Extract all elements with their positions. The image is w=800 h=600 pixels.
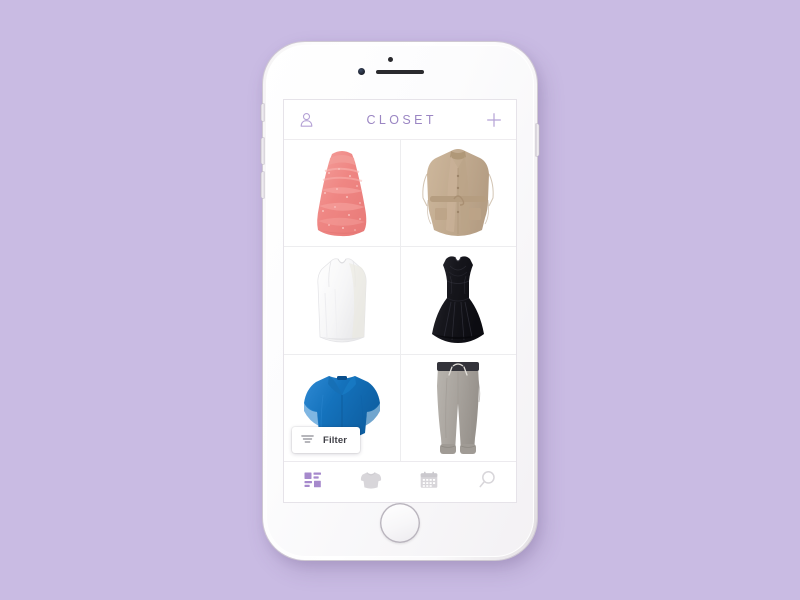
person-icon[interactable] bbox=[296, 110, 316, 130]
filter-button-label: Filter bbox=[323, 434, 348, 446]
black-flare-dress bbox=[432, 256, 485, 344]
tab-search[interactable] bbox=[458, 462, 516, 502]
grid-cell-white-tank-top[interactable] bbox=[284, 247, 400, 354]
filter-lines-icon bbox=[301, 431, 314, 449]
tab-closet[interactable] bbox=[284, 462, 342, 502]
coral-ruffle-dress bbox=[316, 151, 367, 237]
grid-blocks-icon bbox=[304, 472, 322, 493]
proximity-sensor-icon bbox=[388, 57, 393, 62]
tab-calendar[interactable] bbox=[400, 462, 458, 502]
grid-cell-black-flare-dress[interactable] bbox=[400, 247, 516, 354]
silent-switch[interactable] bbox=[261, 104, 264, 121]
sweater-icon bbox=[360, 471, 382, 494]
phone-device: CLOSET Filter bbox=[261, 42, 539, 560]
earpiece-speaker bbox=[376, 70, 424, 74]
phone-screen: CLOSET Filter bbox=[284, 100, 516, 502]
grey-jogger-pants bbox=[437, 361, 481, 454]
grid-cell-grey-jogger-pants[interactable] bbox=[400, 354, 516, 461]
plus-icon[interactable] bbox=[484, 110, 504, 130]
filter-button[interactable]: Filter bbox=[292, 427, 361, 453]
front-camera-icon bbox=[358, 68, 365, 75]
power-button[interactable] bbox=[536, 124, 539, 156]
beige-belted-jacket bbox=[422, 149, 494, 237]
volume-up-button[interactable] bbox=[261, 138, 264, 164]
grid-cell-beige-belted-jacket[interactable] bbox=[400, 140, 516, 247]
magnifier-icon bbox=[478, 470, 497, 494]
grid-cell-coral-ruffle-dress[interactable] bbox=[284, 140, 400, 247]
page-title: CLOSET bbox=[366, 112, 437, 127]
white-tank-top bbox=[317, 258, 367, 343]
app-header: CLOSET bbox=[284, 100, 516, 140]
bottom-tab-bar bbox=[284, 461, 516, 502]
calendar-icon bbox=[420, 471, 438, 494]
closet-grid: Filter bbox=[284, 140, 516, 461]
volume-down-button[interactable] bbox=[261, 172, 264, 198]
tab-outfits[interactable] bbox=[342, 462, 400, 502]
home-button[interactable] bbox=[380, 503, 420, 543]
